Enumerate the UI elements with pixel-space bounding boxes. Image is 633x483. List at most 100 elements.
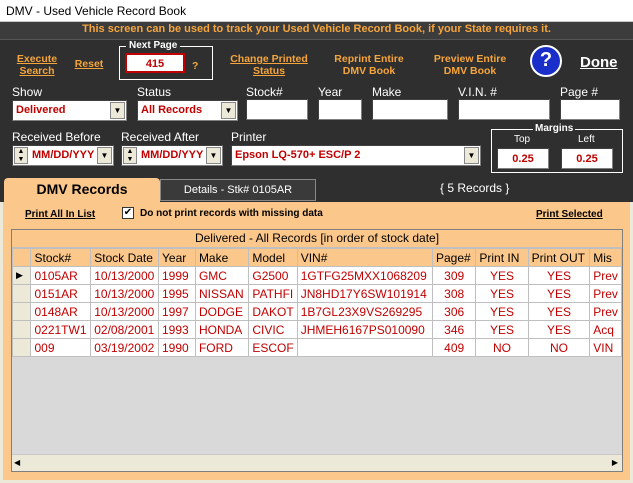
row-selector[interactable] <box>12 302 32 321</box>
table-cell[interactable]: JN8HD17Y6SW101914 <box>296 284 433 303</box>
table-cell[interactable]: G2500 <box>248 266 298 285</box>
table-cell[interactable]: NO <box>527 338 591 357</box>
table-cell[interactable]: YES <box>527 284 591 303</box>
table-cell[interactable]: 309 <box>431 266 477 285</box>
done-button[interactable]: Done <box>580 54 618 71</box>
received-after-input[interactable]: ▲ ▼ MM/DD/YYY ▼ <box>121 145 223 166</box>
table-row[interactable]: 0148AR 10/13/2000 1997 DODGE DAKOT 1B7GL23X9V… <box>12 302 622 321</box>
table-cell[interactable]: 1997 <box>158 302 196 321</box>
received-before-input[interactable]: ▲ ▼ MM/DD/YYY ▼ <box>12 145 114 166</box>
table-cell[interactable]: Prev <box>589 302 622 321</box>
records-grid[interactable]: Delivered - All Records [in order of sto… <box>11 229 623 472</box>
table-cell[interactable]: FORD <box>194 338 250 357</box>
table-cell[interactable]: DODGE <box>194 302 250 321</box>
column-header[interactable]: Stock Date <box>90 248 159 267</box>
row-selector[interactable] <box>12 338 32 357</box>
table-cell[interactable]: 10/13/2000 <box>90 266 159 285</box>
row-selector[interactable] <box>12 284 32 303</box>
table-cell[interactable]: 1999 <box>158 266 196 285</box>
table-cell[interactable]: Prev <box>589 266 622 285</box>
table-cell[interactable]: 009 <box>30 338 92 357</box>
top-margin-input[interactable]: 0.25 <box>497 148 549 169</box>
column-header[interactable]: Page# <box>431 248 477 267</box>
chevron-down-icon[interactable]: ▼ <box>221 102 236 119</box>
column-header[interactable]: Make <box>194 248 250 267</box>
table-row[interactable]: 0221TW1 02/08/2001 1993 HONDA CIVIC JHMEH6167… <box>12 320 622 339</box>
help-icon[interactable]: ? <box>530 45 562 77</box>
printer-select[interactable]: Epson LQ-570+ ESC/P 2 ▼ <box>231 145 481 166</box>
year-input[interactable] <box>318 99 362 120</box>
spin-updown-icon[interactable]: ▲ ▼ <box>14 147 28 164</box>
column-header[interactable]: Print IN <box>475 248 529 267</box>
chevron-down-icon[interactable]: ▼ <box>464 147 479 164</box>
column-header[interactable]: Model <box>248 248 298 267</box>
print-selected-link[interactable]: Print Selected <box>536 209 603 220</box>
table-cell[interactable]: 346 <box>431 320 477 339</box>
chevron-down-icon[interactable]: ▼ <box>206 147 221 164</box>
table-cell[interactable]: 0221TW1 <box>30 320 92 339</box>
table-cell[interactable]: YES <box>475 302 529 321</box>
execute-search-link[interactable]: Execute Search <box>14 53 60 77</box>
table-cell[interactable]: 1GTFG25MXX1068209 <box>296 266 433 285</box>
table-cell[interactable]: ESCOF <box>248 338 298 357</box>
spin-updown-icon[interactable]: ▲ ▼ <box>123 147 137 164</box>
horizontal-scrollbar[interactable]: ◀ ▶ <box>12 454 622 471</box>
table-cell[interactable]: YES <box>475 266 529 285</box>
column-header[interactable]: Print OUT <box>527 248 591 267</box>
table-row[interactable]: 009 03/19/2002 1990 FORD ESCOF 409 NO NO VIN <box>12 338 622 357</box>
table-row[interactable]: ▶ 0105AR 10/13/2000 1999 GMC G2500 1GTFG25MXX1… <box>12 266 622 285</box>
table-cell[interactable]: YES <box>527 320 591 339</box>
row-selector[interactable] <box>12 320 32 339</box>
table-cell[interactable]: PATHFI <box>248 284 298 303</box>
table-cell[interactable]: 10/13/2000 <box>90 284 159 303</box>
table-cell[interactable]: Prev <box>589 284 622 303</box>
change-printed-status-link[interactable]: Change Printed Status <box>228 53 310 77</box>
table-cell[interactable]: 0151AR <box>30 284 92 303</box>
table-cell[interactable]: 03/19/2002 <box>90 338 159 357</box>
table-cell[interactable]: DAKOT <box>248 302 298 321</box>
column-header[interactable]: Year <box>158 248 196 267</box>
column-header[interactable]: VIN# <box>296 248 433 267</box>
table-cell[interactable]: 10/13/2000 <box>90 302 159 321</box>
table-cell[interactable]: GMC <box>194 266 250 285</box>
chevron-down-icon[interactable]: ▼ <box>97 147 112 164</box>
table-cell[interactable]: VIN <box>589 338 622 357</box>
tab-details[interactable]: Details - Stk# 0105AR <box>160 179 316 201</box>
reprint-entire-book-button[interactable]: Reprint Entire DMV Book <box>330 53 408 77</box>
table-cell[interactable]: NISSAN <box>194 284 250 303</box>
vin-input[interactable] <box>458 99 550 120</box>
table-cell[interactable]: YES <box>475 284 529 303</box>
print-all-link[interactable]: Print All In List <box>25 209 95 220</box>
scroll-left-icon[interactable]: ◀ <box>14 458 20 467</box>
row-selector[interactable]: ▶ <box>12 266 32 285</box>
next-page-help[interactable]: ? <box>192 60 198 72</box>
table-cell[interactable]: YES <box>527 266 591 285</box>
table-cell[interactable]: YES <box>475 320 529 339</box>
table-cell[interactable]: JHMEH6167PS010090 <box>296 320 433 339</box>
tab-dmv-records[interactable]: DMV Records <box>4 178 160 203</box>
preview-entire-book-button[interactable]: Preview Entire DMV Book <box>430 53 510 77</box>
status-select[interactable]: All Records ▼ <box>137 100 238 121</box>
next-page-input[interactable]: 415 <box>125 53 185 73</box>
table-cell[interactable]: 1993 <box>158 320 196 339</box>
left-margin-input[interactable]: 0.25 <box>561 148 613 169</box>
table-cell[interactable]: 0105AR <box>30 266 92 285</box>
table-cell[interactable]: NO <box>475 338 529 357</box>
stock-input[interactable] <box>246 99 308 120</box>
table-cell[interactable]: 1990 <box>158 338 196 357</box>
records-table[interactable]: Stock# Stock Date Year Make Model VIN# Page# Pr… <box>12 248 622 357</box>
reset-link[interactable]: Reset <box>72 58 106 70</box>
table-cell[interactable]: Acq <box>589 320 622 339</box>
table-cell[interactable]: CIVIC <box>248 320 298 339</box>
column-header[interactable]: Stock# <box>30 248 92 267</box>
table-row[interactable]: 0151AR 10/13/2000 1995 NISSAN PATHFI JN8HD17Y… <box>12 284 622 303</box>
table-cell[interactable]: 306 <box>431 302 477 321</box>
page-input[interactable] <box>560 99 620 120</box>
table-cell[interactable]: 1B7GL23X9VS269295 <box>296 302 433 321</box>
table-cell[interactable]: 308 <box>431 284 477 303</box>
no-print-missing-checkbox[interactable]: ✔ <box>122 207 134 219</box>
show-select[interactable]: Delivered ▼ <box>12 100 127 121</box>
table-cell[interactable]: YES <box>527 302 591 321</box>
table-cell[interactable]: 02/08/2001 <box>90 320 159 339</box>
make-input[interactable] <box>372 99 448 120</box>
